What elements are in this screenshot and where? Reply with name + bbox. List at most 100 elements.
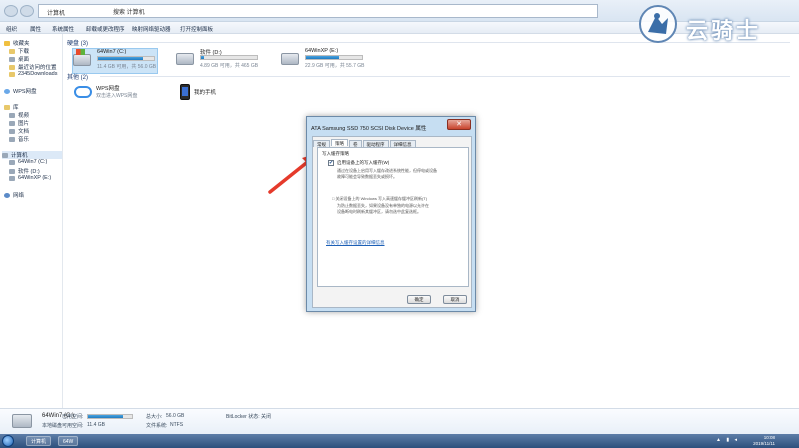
drive-info: 11.4 GB 可用，共 56.0 GB [97, 64, 157, 70]
sidebar-network[interactable]: 网络 [4, 191, 24, 199]
windows-drive-icon [73, 49, 91, 66]
sidebar-favorites[interactable]: 收藏夹 [4, 39, 30, 47]
enable-write-cache-checkbox[interactable]: ✔ [328, 160, 334, 166]
sidebar-item-music[interactable]: 音乐 [9, 135, 29, 143]
folder-icon [9, 64, 15, 70]
system-tray[interactable]: ▲ ▮ ◂ [716, 437, 739, 443]
details-drive-type: 本地磁盘 [42, 423, 63, 429]
sidebar-item-desktop[interactable]: 桌面 [9, 55, 29, 63]
computer-icon [2, 152, 8, 158]
enable-write-cache-label: 启用设备上的写入缓存(W) [337, 160, 390, 165]
navigation-pane: 收藏夹 下载 桌面 最近访问的位置 2345Downloads WPS网盘 库 … [0, 34, 63, 408]
cloud-icon [4, 88, 10, 94]
details-total-value: 56.0 GB [166, 413, 185, 419]
wps-cloud-item[interactable]: WPS网盘 双击进入WPS网盘 [74, 84, 137, 99]
drive-icon [9, 159, 15, 165]
toolbar-organize[interactable]: 组织 [6, 25, 17, 33]
tab-volumes[interactable]: 卷 [349, 140, 362, 147]
toolbar-system-properties[interactable]: 系统属性 [52, 25, 74, 33]
knight-logo-icon [639, 5, 677, 43]
sidebar-item-downloads[interactable]: 下载 [9, 47, 29, 55]
folder-icon [9, 71, 15, 77]
search-input[interactable]: 搜索 计算机 [113, 7, 145, 16]
sidebar-computer[interactable]: 计算机 [2, 151, 62, 159]
drive-usage-fill [306, 56, 340, 59]
details-fs-value: NTFS [170, 422, 184, 428]
toolbar-uninstall[interactable]: 卸载或更改程序 [86, 25, 125, 33]
drive-info: 22.9 GB 可用，共 55.7 GB [305, 63, 365, 69]
document-icon [9, 128, 15, 134]
details-free-label: 可用空间: [62, 423, 84, 429]
sidebar-wps-cloud[interactable]: WPS网盘 [4, 87, 37, 95]
drive-name: 64Win7 (C:) [97, 49, 127, 55]
drive-info: 4.89 GB 可用，共 465 GB [200, 63, 259, 69]
forward-button[interactable] [20, 5, 34, 17]
drive-name: 64WinXP (E:) [305, 48, 339, 54]
details-used-label: 已用空间: [62, 414, 84, 420]
sidebar-item-pictures[interactable]: 图片 [9, 119, 29, 127]
close-icon: ✕ [456, 121, 462, 128]
cloud-icon [74, 85, 92, 98]
address-text: 计算机 [47, 11, 66, 17]
close-button[interactable]: ✕ [447, 119, 471, 130]
section-other[interactable]: 其他 (2) [67, 72, 88, 81]
tab-policies[interactable]: 策略 [331, 139, 348, 146]
sidebar-libraries[interactable]: 库 [4, 103, 19, 111]
section-hard-disks[interactable]: 硬盘 (3) [67, 38, 88, 47]
sidebar-drive-e[interactable]: 64WinXP (E:) [9, 175, 51, 181]
tab-driver[interactable]: 驱动程序 [362, 140, 389, 147]
drive-icon [281, 53, 299, 65]
flush-desc-line2: 设备断电时刷新其缓冲区，请勿选中此复选框。 [337, 209, 421, 214]
taskbar-item-64w[interactable]: 64W [58, 436, 79, 446]
picture-icon [9, 120, 15, 126]
sidebar-item-videos[interactable]: 视频 [9, 111, 29, 119]
music-icon [9, 136, 15, 142]
phone-icon [180, 84, 190, 100]
watermark-text: 云骑士 [686, 19, 762, 44]
drive-icon [9, 168, 15, 174]
drive-d-tile[interactable]: 软件 (D:) 4.89 GB 可用，共 465 GB [176, 48, 262, 74]
details-bitlocker: BitLocker 状态: 关闭 [226, 414, 272, 420]
flush-option-label[interactable]: □ 关闭设备上的 Windows 写入高速缓存缓冲区刷新(T) [332, 196, 427, 202]
toolbar-map-drive[interactable]: 映射网络驱动器 [132, 25, 171, 33]
drive-usage-fill [98, 57, 143, 60]
taskbar-clock[interactable]: 10:08 2019/11/11 [753, 435, 775, 447]
tab-details[interactable]: 详细信息 [389, 140, 416, 147]
my-phone-item[interactable]: 我的手机 [180, 84, 216, 100]
drive-c-tile[interactable]: 64Win7 (C:) 11.4 GB 可用，共 56.0 GB [72, 48, 158, 74]
dialog-tabs: 常规 策略 卷 驱动程序 详细信息 [313, 139, 417, 147]
sidebar-drive-d[interactable]: 软件 (D:) [9, 167, 40, 175]
drive-icon [9, 175, 15, 181]
other-item-sub: 双击进入WPS网盘 [96, 93, 138, 99]
taskbar-item-computer[interactable]: 计算机 [26, 436, 52, 446]
dialog-body: 常规 策略 卷 驱动程序 详细信息 写入缓存策略 ✔ 启用设备上的写入缓存(W)… [312, 136, 472, 308]
taskbar: 计算机 64W ▲ ▮ ◂ 10:08 2019/11/11 [0, 434, 799, 448]
details-fs-label: 文件系统: [146, 423, 168, 429]
ok-button[interactable]: 确定 [407, 295, 431, 304]
sidebar-item-2345downloads[interactable]: 2345Downloads [9, 71, 57, 77]
details-total-label: 总大小: [146, 414, 163, 420]
disk-properties-dialog: ATA Samsung SSD 750 SCSI Disk Device 属性 … [306, 116, 476, 312]
toolbar-control-panel[interactable]: 打开控制面板 [180, 25, 213, 33]
toolbar-properties[interactable]: 属性 [30, 25, 41, 33]
drive-icon [176, 53, 194, 65]
back-button[interactable] [4, 5, 18, 17]
other-item-name: 我的手机 [194, 90, 217, 96]
other-item-text: WPS网盘 双击进入WPS网盘 [96, 84, 137, 99]
drive-e-tile[interactable]: 64WinXP (E:) 22.9 GB 可用，共 55.7 GB [281, 48, 367, 74]
sidebar-item-recent[interactable]: 最近访问的位置 [9, 63, 57, 71]
cancel-button[interactable]: 取消 [443, 295, 467, 304]
sidebar-drive-c[interactable]: 64Win7 (C:) [9, 159, 47, 165]
drive-icon [12, 414, 32, 428]
start-button[interactable] [2, 435, 14, 447]
tab-general[interactable]: 常规 [313, 140, 330, 147]
policies-pane: 写入缓存策略 ✔ 启用设备上的写入缓存(W) 通过在设备上启用写入缓存改进系统性… [317, 147, 469, 287]
write-cache-desc-line2: 故障可能会导致数据丢失或损坏。 [337, 174, 397, 179]
dialog-title: ATA Samsung SSD 750 SCSI Disk Device 属性 [311, 126, 427, 132]
drive-usage-bar [200, 55, 258, 60]
clock-date: 2019/11/11 [753, 441, 775, 446]
address-bar[interactable]: 计算机 搜索 计算机 [38, 4, 598, 18]
sidebar-item-documents[interactable]: 文档 [9, 127, 29, 135]
section-divider [100, 76, 790, 77]
write-cache-help-link[interactable]: 有关写入缓存设置的详细信息 [326, 240, 385, 246]
